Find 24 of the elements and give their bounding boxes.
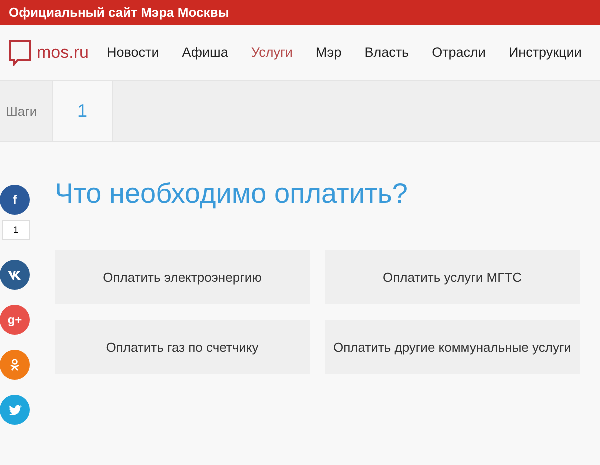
bird-icon xyxy=(8,404,22,416)
nav-link[interactable]: Услуги xyxy=(251,45,293,60)
share-count: 1 xyxy=(2,220,30,240)
payment-option-button[interactable]: Оплатить электроэнергию xyxy=(55,250,310,304)
vk-icon xyxy=(8,270,22,280)
google-plus-button[interactable]: g+ xyxy=(0,305,30,335)
nav-link[interactable]: Мэр xyxy=(316,45,342,60)
nav-link[interactable]: Афиша xyxy=(182,45,228,60)
site-title: Официальный сайт Мэра Москвы xyxy=(9,5,230,20)
page-heading: Что необходимо оплатить? xyxy=(55,178,409,210)
person-icon xyxy=(10,359,20,371)
twitter-button[interactable] xyxy=(0,395,30,425)
speech-bubble-icon[interactable] xyxy=(9,40,31,66)
nav-link[interactable]: Отрасли xyxy=(432,45,486,60)
payment-option-button[interactable]: Оплатить услуги МГТС xyxy=(325,250,580,304)
payment-option-button[interactable]: Оплатить газ по счетчику xyxy=(55,320,310,374)
facebook-button[interactable]: f xyxy=(0,185,30,215)
vk-button[interactable] xyxy=(0,260,30,290)
logo-text[interactable]: mos.ru xyxy=(37,42,89,62)
nav-link[interactable]: Новости xyxy=(106,45,160,60)
odnoklassniki-button[interactable] xyxy=(0,350,30,380)
nav-link[interactable]: Инструкции xyxy=(508,45,582,60)
nav-link[interactable]: Власть xyxy=(364,45,410,60)
payment-option-button[interactable]: Оплатить другие коммунальные услуги xyxy=(325,320,580,374)
